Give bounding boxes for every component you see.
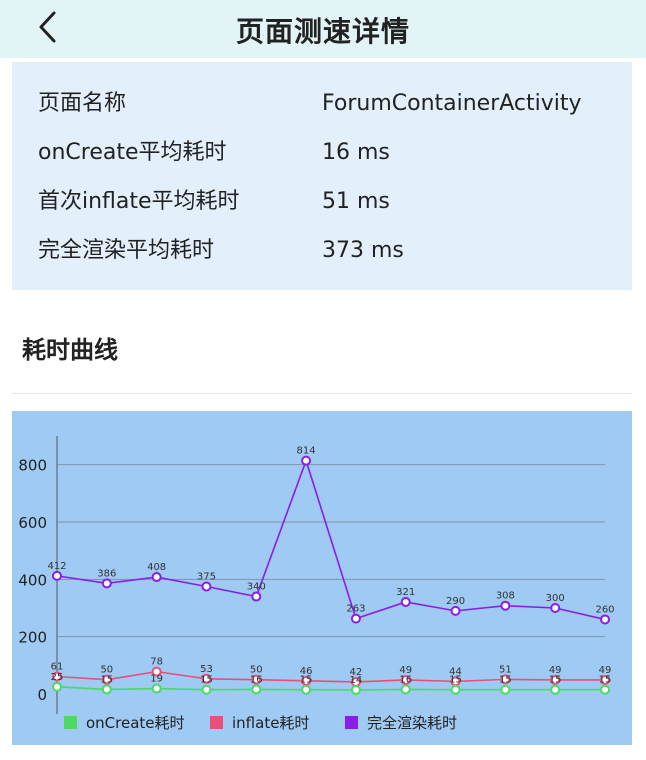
legend-swatch xyxy=(345,716,358,729)
data-point xyxy=(151,572,162,583)
data-label: 300 xyxy=(546,593,565,604)
data-point xyxy=(400,596,411,607)
y-tick-label: 0 xyxy=(37,686,47,704)
top-bar: 页面测速详情 xyxy=(0,0,646,58)
data-point xyxy=(500,600,511,611)
line-chart: 0 200 400 600 800 412 386 408 375 340 814 263 321 290… xyxy=(18,436,615,732)
data-point xyxy=(101,684,112,695)
legend-swatch xyxy=(64,716,77,729)
summary-card: 页面名称 ForumContainerActivity onCreate平均耗时… xyxy=(12,62,632,290)
summary-value: ForumContainerActivity xyxy=(322,91,582,116)
summary-value: 373 ms xyxy=(322,238,404,263)
data-label: 15 xyxy=(549,675,562,686)
page-title: 页面测速详情 xyxy=(235,15,410,48)
data-label: 308 xyxy=(496,591,515,602)
legend-label: inflate耗时 xyxy=(232,714,309,732)
data-label: 16 xyxy=(399,674,412,685)
divider xyxy=(12,393,632,394)
series-line xyxy=(56,686,605,691)
section-title: 耗时曲线 xyxy=(22,336,118,364)
data-label: 16 xyxy=(250,674,263,685)
legend-label: 完全渲染耗时 xyxy=(367,714,457,732)
data-point xyxy=(600,684,610,695)
data-label: 15 xyxy=(599,675,612,686)
summary-row-render: 完全渲染平均耗时 373 ms xyxy=(38,231,632,271)
data-label: 340 xyxy=(247,582,266,593)
data-label: 375 xyxy=(197,572,216,583)
data-label: 25 xyxy=(51,672,64,683)
data-point xyxy=(550,603,561,613)
data-label: 53 xyxy=(200,664,213,675)
summary-key: 完全渲染平均耗时 xyxy=(38,238,215,263)
data-label: 78 xyxy=(150,657,163,668)
series-line xyxy=(56,670,605,683)
data-label: 15 xyxy=(499,675,512,686)
data-point xyxy=(450,684,461,695)
data-label: 386 xyxy=(97,568,116,579)
data-label: 263 xyxy=(346,604,365,615)
data-label: 19 xyxy=(150,674,163,685)
data-point xyxy=(101,578,112,589)
summary-value: 16 ms xyxy=(322,140,390,165)
data-point xyxy=(450,605,461,616)
data-point xyxy=(251,684,262,695)
y-tick-label: 600 xyxy=(18,514,47,532)
summary-row-inflate: 首次inflate平均耗时 51 ms xyxy=(38,182,632,222)
summary-value: 51 ms xyxy=(322,189,390,214)
data-label: 321 xyxy=(396,587,415,598)
y-tick-label: 800 xyxy=(18,457,47,475)
data-point xyxy=(52,681,62,692)
data-label: 14 xyxy=(350,675,363,686)
data-label: 15 xyxy=(449,675,462,686)
data-point xyxy=(400,684,411,695)
data-point xyxy=(151,683,162,694)
y-tick-label: 400 xyxy=(18,571,47,589)
y-tick-label: 200 xyxy=(18,629,47,647)
data-label: 290 xyxy=(446,596,465,607)
data-point xyxy=(201,581,212,592)
series-line xyxy=(56,458,606,621)
data-point xyxy=(201,684,212,695)
data-label: 814 xyxy=(297,446,316,457)
data-point xyxy=(350,684,361,695)
data-point xyxy=(251,591,262,602)
data-point xyxy=(350,613,361,624)
summary-key: 首次inflate平均耗时 xyxy=(38,189,240,214)
data-point xyxy=(550,684,561,695)
data-label: 260 xyxy=(595,604,614,615)
data-label: 408 xyxy=(147,562,166,573)
summary-key: onCreate平均耗时 xyxy=(38,140,227,165)
data-label: 15 xyxy=(100,674,113,685)
data-point xyxy=(301,455,312,466)
summary-row-oncreate: onCreate平均耗时 16 ms xyxy=(38,133,632,173)
summary-row-page-name: 页面名称 ForumContainerActivity xyxy=(38,84,632,124)
data-label: 412 xyxy=(47,561,66,572)
data-point xyxy=(500,684,511,695)
data-label: 15 xyxy=(200,675,213,686)
summary-key: 页面名称 xyxy=(38,91,127,116)
data-point xyxy=(52,570,62,581)
legend-label: onCreate耗时 xyxy=(86,714,185,732)
data-point xyxy=(301,684,312,695)
data-point xyxy=(600,614,610,625)
chart-panel: 0 200 400 600 800 412 386 408 375 340 814 263 321 290… xyxy=(12,411,632,745)
legend-swatch xyxy=(210,716,223,729)
data-label: 15 xyxy=(300,675,313,686)
